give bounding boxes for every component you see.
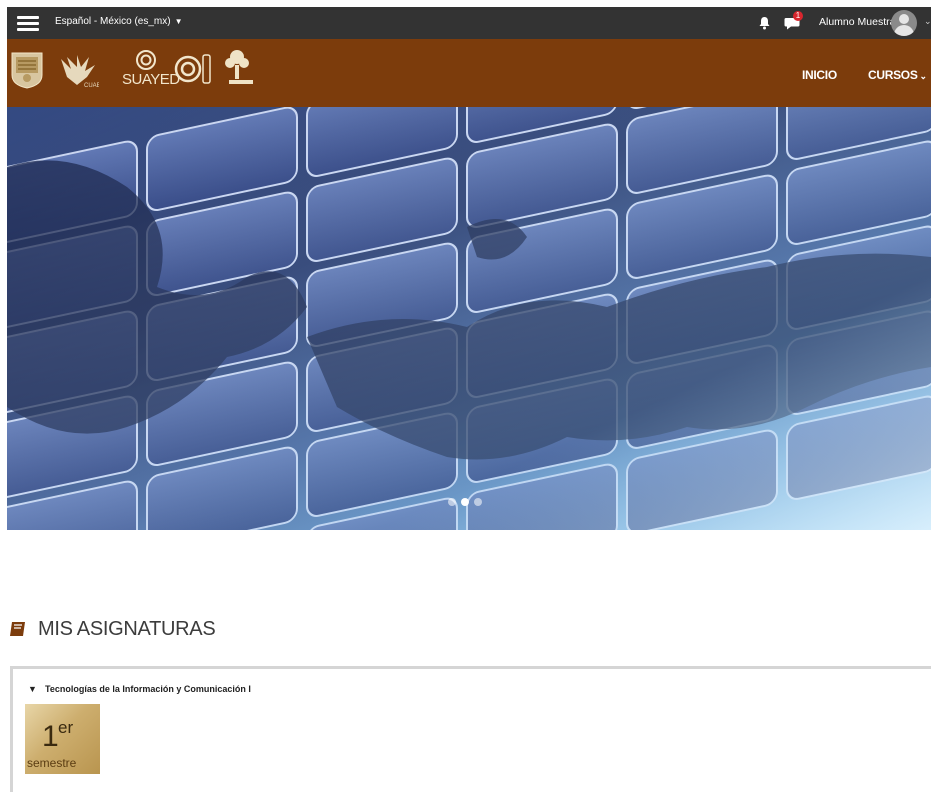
suayed-logo[interactable]: SUAYED xyxy=(116,49,180,93)
carousel-dot-1[interactable] xyxy=(448,498,456,506)
course-title-link[interactable]: Tecnologías de la Información y Comunica… xyxy=(45,684,251,694)
suayed-spiral-icon xyxy=(136,50,156,70)
cuaed-logo[interactable] xyxy=(173,49,213,89)
nav-courses-label: CURSOS xyxy=(868,68,918,82)
language-label: Español - México (es_mx) xyxy=(55,16,171,27)
language-selector[interactable]: Español - México (es_mx) ▼ xyxy=(55,16,183,27)
course-thumbnail[interactable]: 1 er semestre xyxy=(25,704,100,774)
message-count-badge: 1 xyxy=(793,11,803,21)
nav-home-link[interactable]: INICIO xyxy=(802,68,837,82)
user-name[interactable]: Alumno Muestra xyxy=(819,16,895,28)
menu-icon[interactable] xyxy=(17,16,39,31)
thumb-semester: semestre xyxy=(27,756,77,770)
unam-seal-logo[interactable] xyxy=(10,51,44,89)
hero-banner-image xyxy=(7,107,931,530)
bell-icon[interactable] xyxy=(758,16,771,30)
carousel-dot-2[interactable] xyxy=(461,498,469,506)
carousel-dot-3[interactable] xyxy=(474,498,482,506)
thumb-number: 1 xyxy=(42,720,59,753)
user-menu-chevron-icon[interactable]: ⌄ xyxy=(924,16,931,27)
hero-carousel[interactable] xyxy=(7,107,931,530)
svg-text:CUAED: CUAED xyxy=(84,83,99,89)
caret-down-icon: ▼ xyxy=(174,17,183,26)
nav-courses-menu[interactable]: CURSOS ⌄ xyxy=(868,68,927,82)
thumb-superscript: er xyxy=(58,718,74,737)
collapse-chevron-icon[interactable]: ▼ xyxy=(28,684,37,694)
avatar[interactable] xyxy=(891,10,917,36)
cuaed-eagle-logo[interactable]: CUAED xyxy=(57,51,99,89)
chevron-down-icon: ⌄ xyxy=(919,71,928,81)
site-navbar: CUAED SUAYED INICIO CURSOS⌄ xyxy=(7,39,931,107)
dgdc-tree-logo[interactable] xyxy=(220,47,256,91)
top-bar: Español - México (es_mx) ▼ 1 Alumno Muest… xyxy=(7,7,931,39)
book-icon xyxy=(10,622,25,636)
messages-button[interactable]: 1 xyxy=(784,11,803,30)
section-title: MIS ASIGNATURAS xyxy=(38,618,216,640)
suayed-label: SUAYED xyxy=(122,71,180,88)
